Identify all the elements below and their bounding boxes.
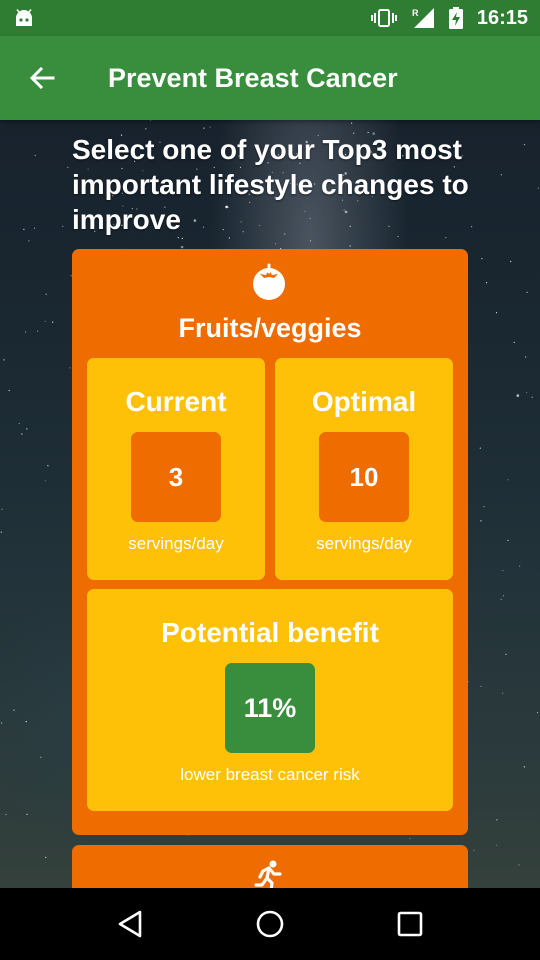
benefit-value-box[interactable]: 11%: [225, 663, 315, 753]
android-debug-icon: [14, 9, 34, 27]
battery-charging-icon: [448, 7, 463, 29]
nav-home-button[interactable]: [235, 894, 305, 954]
lifestyle-card-fruits-veggies[interactable]: Fruits/veggies Current 3 servings/day Op…: [72, 249, 468, 835]
nav-recents-button[interactable]: [375, 894, 445, 954]
running-icon: [254, 860, 282, 888]
app-bar: Prevent Breast Cancer: [0, 36, 540, 120]
nav-home-icon: [256, 910, 284, 938]
vibrate-icon: [370, 8, 397, 28]
optimal-unit: servings/day: [316, 534, 412, 553]
tomato-icon: [253, 263, 285, 300]
arrow-back-icon: [29, 66, 55, 90]
optimal-panel: Optimal 10 servings/day: [275, 358, 453, 580]
current-heading: Current: [125, 386, 227, 417]
card-title: Fruits/veggies: [178, 313, 362, 343]
current-panel: Current 3 servings/day: [87, 358, 265, 580]
system-nav-bar: [0, 888, 540, 960]
nav-recents-icon: [397, 911, 423, 937]
roaming-signal-icon: R: [411, 7, 435, 29]
optimal-heading: Optimal: [311, 386, 417, 417]
benefit-heading: Potential benefit: [161, 617, 379, 648]
status-time: 16:15: [476, 6, 528, 29]
svg-text:R: R: [412, 8, 419, 18]
back-button[interactable]: [14, 50, 70, 106]
nav-back-button[interactable]: [95, 894, 165, 954]
current-value-box[interactable]: 3: [131, 432, 221, 522]
page-title: Prevent Breast Cancer: [108, 62, 398, 93]
current-unit: servings/day: [128, 534, 224, 553]
instruction-heading: Select one of your Top3 most important l…: [72, 134, 469, 235]
status-bar: R 16:15: [0, 0, 540, 36]
benefit-caption: lower breast cancer risk: [180, 765, 360, 784]
lifestyle-card-activity[interactable]: [72, 845, 468, 888]
content-area[interactable]: Select one of your Top3 most important l…: [0, 120, 540, 888]
nav-back-icon: [118, 910, 142, 938]
optimal-value-box[interactable]: 10: [319, 432, 409, 522]
benefit-panel: Potential benefit 11% lower breast cance…: [87, 589, 453, 811]
